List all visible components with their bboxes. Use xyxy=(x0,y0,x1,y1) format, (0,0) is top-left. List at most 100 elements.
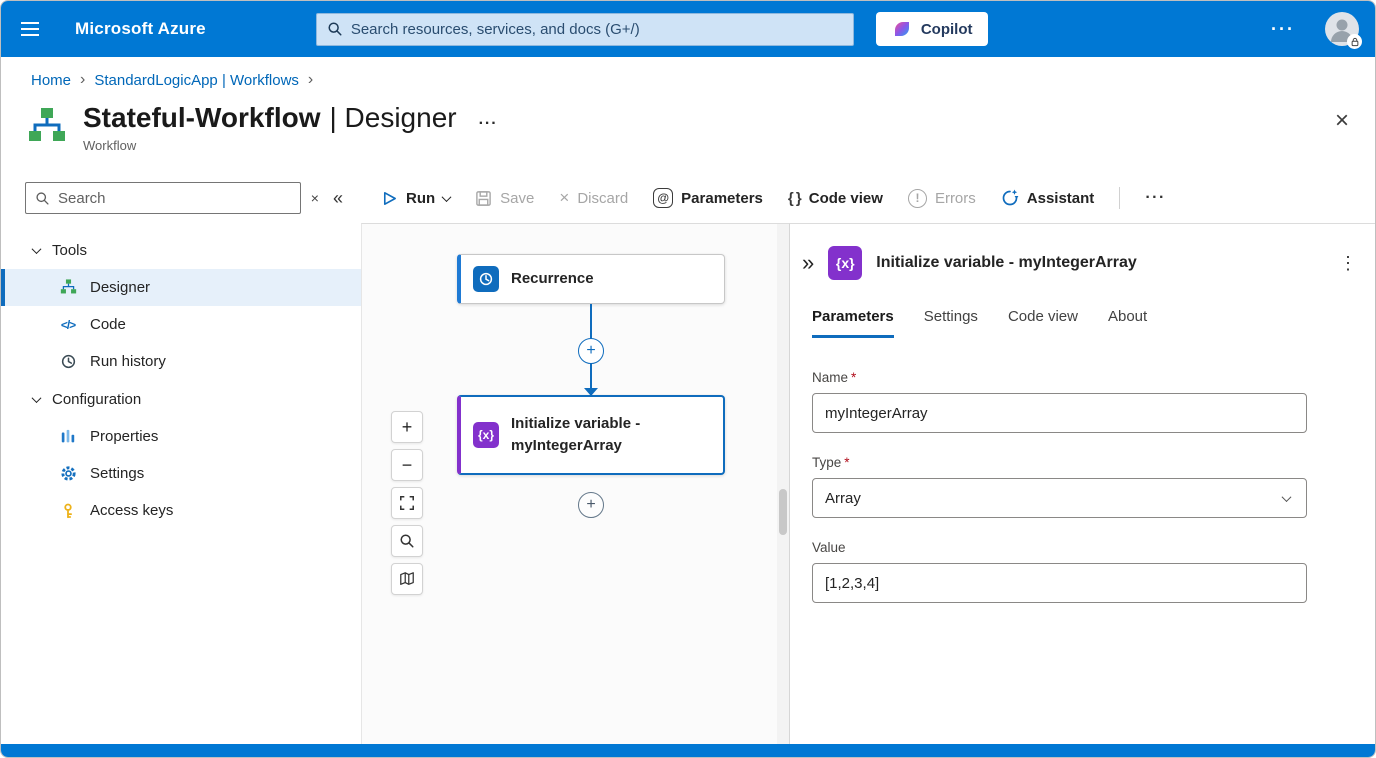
node-recurrence[interactable]: Recurrence xyxy=(457,254,725,304)
breadcrumb-separator: › xyxy=(308,71,313,89)
sidebar-search[interactable] xyxy=(25,182,301,214)
name-input[interactable] xyxy=(812,393,1307,433)
azure-topbar: Microsoft Azure Copilot ··· xyxy=(1,1,1375,57)
value-input[interactable] xyxy=(812,563,1307,603)
sidebar-item-run-history[interactable]: Run history xyxy=(1,343,361,380)
workflow-icon xyxy=(27,107,67,147)
tab-parameters[interactable]: Parameters xyxy=(812,308,894,338)
value-label: Value xyxy=(812,540,1307,555)
discard-button[interactable]: × Discard xyxy=(559,188,628,208)
global-search[interactable] xyxy=(316,13,854,46)
breadcrumb-home[interactable]: Home xyxy=(31,72,71,89)
tab-settings[interactable]: Settings xyxy=(924,308,978,338)
canvas-search-button[interactable] xyxy=(391,525,423,557)
play-icon xyxy=(381,190,398,207)
title-more-button[interactable]: ··· xyxy=(479,115,498,133)
type-select[interactable]: Array xyxy=(812,478,1307,518)
close-blade-button[interactable]: × xyxy=(1335,109,1349,133)
page-title: Stateful-Workflow| Designer xyxy=(83,101,457,135)
sidebar: Tools Designer </> Code Run history xyxy=(1,223,361,744)
minimap-button[interactable] xyxy=(391,563,423,595)
recurrence-icon xyxy=(473,266,499,292)
insert-action-button[interactable]: + xyxy=(578,338,604,364)
canvas-scrollbar[interactable] xyxy=(777,223,789,744)
save-button[interactable]: Save xyxy=(475,190,534,207)
command-row: × « Run Save × Discard @ Parameters { xyxy=(1,173,1375,223)
designer-canvas[interactable]: Recurrence + {x} Initialize variable - m… xyxy=(361,223,777,744)
chevron-down-icon xyxy=(32,393,42,403)
chevron-down-icon xyxy=(32,244,42,254)
tab-code-view[interactable]: Code view xyxy=(1008,308,1078,338)
add-action-button[interactable]: + xyxy=(578,492,604,518)
assistant-button[interactable]: Assistant xyxy=(1001,189,1095,207)
copilot-button[interactable]: Copilot xyxy=(876,12,989,46)
copilot-icon xyxy=(892,19,912,39)
map-icon xyxy=(399,571,415,587)
breadcrumb: Home › StandardLogicApp | Workflows › xyxy=(1,57,1375,97)
zoom-out-button[interactable]: − xyxy=(391,449,423,481)
tab-about[interactable]: About xyxy=(1108,308,1147,338)
main-content: Tools Designer </> Code Run history xyxy=(1,223,1375,744)
sidebar-collapse-button[interactable]: « xyxy=(333,188,343,209)
run-button[interactable]: Run xyxy=(381,190,450,207)
topbar-more-icon[interactable]: ··· xyxy=(1253,19,1313,40)
section-tools[interactable]: Tools xyxy=(1,231,361,269)
history-icon xyxy=(59,353,77,371)
lock-icon xyxy=(1347,34,1362,49)
panel-title: Initialize variable - myIntegerArray xyxy=(876,254,1137,272)
global-search-input[interactable] xyxy=(351,21,843,38)
sidebar-search-input[interactable] xyxy=(58,190,291,207)
variable-icon: {x} xyxy=(828,246,862,280)
copilot-label: Copilot xyxy=(921,21,973,38)
parameters-form: Name* Type* Array Value xyxy=(790,338,1375,603)
sidebar-item-settings[interactable]: Settings xyxy=(1,455,361,492)
hamburger-menu-button[interactable] xyxy=(17,11,53,47)
errors-button[interactable]: ! Errors xyxy=(908,189,976,208)
save-icon xyxy=(475,190,492,207)
scrollbar-thumb[interactable] xyxy=(779,489,787,535)
panel-expand-button[interactable]: » xyxy=(802,252,814,274)
errors-icon: ! xyxy=(908,189,927,208)
discard-icon: × xyxy=(559,188,569,208)
toolbar-more-icon[interactable]: ··· xyxy=(1145,189,1165,207)
breadcrumb-separator: › xyxy=(80,71,85,89)
sidebar-search-area: × « xyxy=(1,182,361,214)
type-field-group: Type* Array xyxy=(812,455,1307,518)
canvas-controls: + − xyxy=(391,411,423,595)
search-icon xyxy=(35,191,50,206)
breadcrumb-logicapp[interactable]: StandardLogicApp | Workflows xyxy=(94,72,299,89)
sidebar-item-designer[interactable]: Designer xyxy=(1,269,361,306)
parameters-icon: @ xyxy=(653,188,673,208)
type-select-value: Array xyxy=(825,490,861,507)
sidebar-item-access-keys[interactable]: Access keys xyxy=(1,492,361,529)
search-icon xyxy=(327,21,343,37)
type-label: Type* xyxy=(812,455,1307,470)
panel-tabs: Parameters Settings Code view About xyxy=(790,280,1375,338)
code-view-button[interactable]: { } Code view xyxy=(788,190,883,207)
assistant-icon xyxy=(1001,189,1019,207)
avatar[interactable] xyxy=(1325,12,1359,46)
node-label: Initialize variable - myIntegerArray xyxy=(511,413,696,457)
azure-portal-window: Microsoft Azure Copilot ··· Home › Stand… xyxy=(0,0,1376,758)
sidebar-item-properties[interactable]: Properties xyxy=(1,418,361,455)
page-header: Stateful-Workflow| Designer Workflow ···… xyxy=(1,97,1375,173)
value-field-group: Value xyxy=(812,540,1307,603)
azure-brand[interactable]: Microsoft Azure xyxy=(75,19,206,39)
node-initialize-variable[interactable]: {x} Initialize variable - myIntegerArray xyxy=(457,395,725,475)
zoom-in-button[interactable]: + xyxy=(391,411,423,443)
search-icon xyxy=(399,533,415,549)
parameters-button[interactable]: @ Parameters xyxy=(653,188,763,208)
node-label: Recurrence xyxy=(511,268,594,290)
panel-more-icon[interactable]: ⋮ xyxy=(1339,253,1357,274)
sidebar-item-code[interactable]: </> Code xyxy=(1,306,361,343)
fit-view-icon xyxy=(399,495,415,511)
gear-icon xyxy=(59,465,77,483)
fit-view-button[interactable] xyxy=(391,487,423,519)
code-view-icon: { } xyxy=(788,190,801,207)
key-icon xyxy=(59,502,77,520)
section-configuration[interactable]: Configuration xyxy=(1,380,361,418)
variable-icon: {x} xyxy=(473,422,499,448)
search-clear-icon[interactable]: × xyxy=(311,190,319,206)
action-details-panel: » {x} Initialize variable - myIntegerArr… xyxy=(789,223,1375,744)
chevron-down-icon xyxy=(442,192,452,202)
